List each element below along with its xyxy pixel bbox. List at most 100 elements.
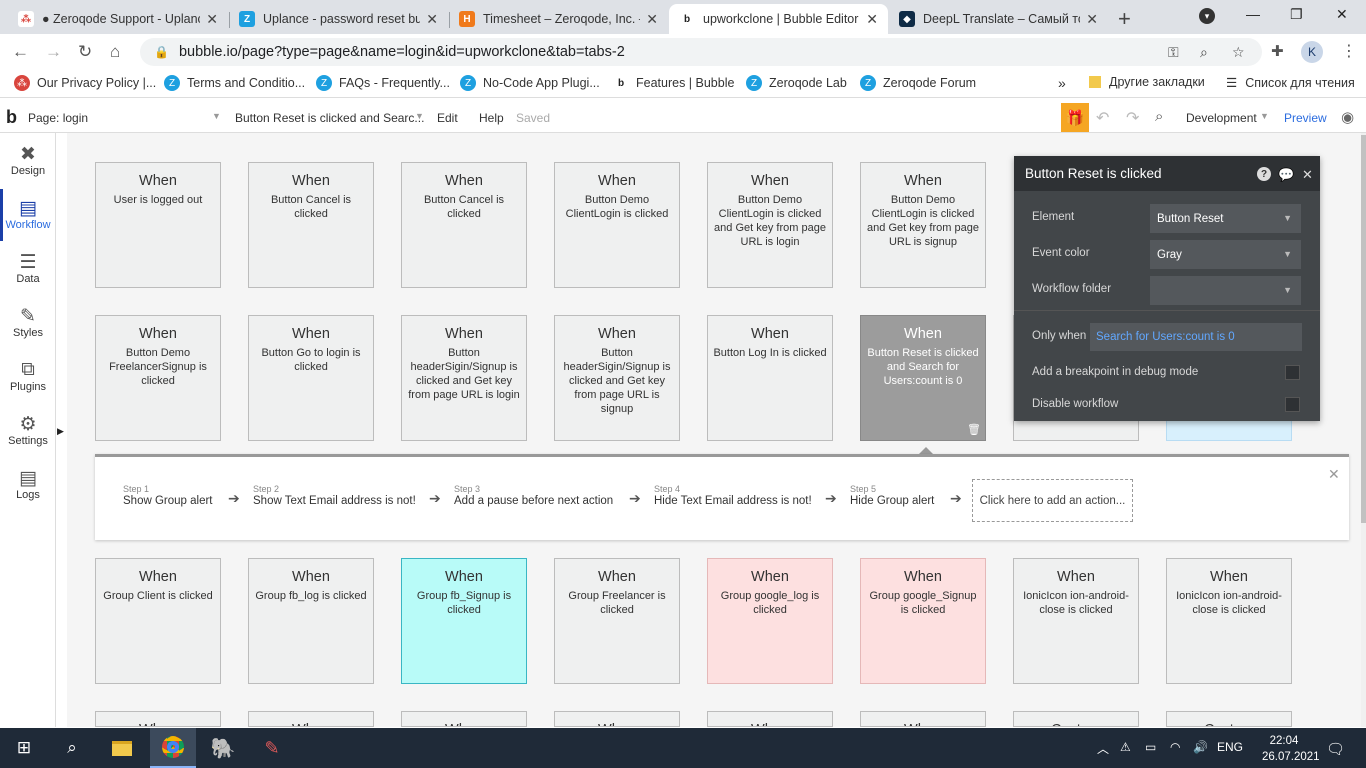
language-indicator[interactable]: ENG <box>1217 740 1243 754</box>
event-card[interactable]: When Group google_Signup is clicked <box>860 558 986 684</box>
chevron-down-icon[interactable]: ▼ <box>1260 111 1269 121</box>
step-3[interactable]: Step 3 Add a pause before next action <box>454 484 613 507</box>
reload-icon[interactable]: ↻ <box>78 42 92 62</box>
workflow-folder-dropdown[interactable]: ▼ <box>1150 276 1301 305</box>
chevron-down-icon[interactable]: ▼ <box>415 111 424 121</box>
windows-start-icon[interactable]: ⊞ <box>6 728 42 768</box>
event-card[interactable]: When Button Reset is clicked and Search f… <box>860 315 986 441</box>
event-selector[interactable]: Button Reset is clicked and Searc... <box>235 111 424 125</box>
tab-uplance-bug[interactable]: Z Uplance - password reset bug ✕ <box>229 4 448 34</box>
other-bookmarks[interactable]: Другие закладки <box>1089 75 1205 89</box>
address-bar[interactable]: 🔒 bubble.io/page?type=page&name=login&id… <box>140 38 1262 66</box>
battery-icon[interactable]: ▭ <box>1145 740 1156 754</box>
bookmark-terms[interactable]: Z Terms and Conditio... <box>164 75 305 91</box>
breakpoint-checkbox[interactable] <box>1285 365 1300 380</box>
add-action-button[interactable]: Click here to add an action... <box>972 479 1133 522</box>
event-card[interactable]: When Group Freelancer is clicked <box>554 558 680 684</box>
minimize-icon[interactable]: — <box>1246 6 1260 22</box>
home-icon[interactable]: ⌂ <box>110 42 120 62</box>
restore-icon[interactable]: ❐ <box>1290 6 1303 23</box>
event-card[interactable]: When <box>707 711 833 727</box>
back-arrow-icon[interactable]: ← <box>12 42 29 62</box>
network-warning-icon[interactable]: ⚠ <box>1120 740 1131 754</box>
event-card[interactable]: When Button Go to login is clicked <box>248 315 374 441</box>
event-card[interactable]: When <box>95 711 221 727</box>
tab-search-icon[interactable]: ▾ <box>1199 8 1215 24</box>
bookmark-zeroqode-forum[interactable]: Z Zeroqode Forum <box>860 75 976 91</box>
tray-expand-icon[interactable]: ︿ <box>1097 740 1109 757</box>
gift-icon[interactable]: 🎁 <box>1061 103 1089 132</box>
environment-selector[interactable]: Development <box>1186 111 1257 125</box>
preview-link[interactable]: Preview <box>1284 111 1327 125</box>
search-icon[interactable]: ⌕ <box>54 728 90 768</box>
sidebar-item-logs[interactable]: ▤ Logs <box>0 457 56 511</box>
event-card[interactable]: Custom <box>1166 711 1292 727</box>
event-card[interactable]: When User is logged out <box>95 162 221 288</box>
bookmark-plugins[interactable]: Z No-Code App Plugi... <box>460 75 600 91</box>
step-5[interactable]: Step 5 Hide Group alert <box>850 484 934 507</box>
tab-close-icon[interactable]: ✕ <box>206 11 218 28</box>
page-selector[interactable]: Page: login <box>28 111 88 125</box>
forward-arrow-icon[interactable]: → <box>45 42 62 62</box>
event-color-dropdown[interactable]: Gray ▼ <box>1150 240 1301 269</box>
chevron-down-icon[interactable]: ▼ <box>212 111 221 121</box>
star-icon[interactable]: ☆ <box>1232 44 1245 61</box>
key-icon[interactable]: ⚿ <box>1168 44 1179 61</box>
bookmark-privacy[interactable]: ⁂ Our Privacy Policy |... <box>14 75 156 91</box>
tab-timesheet[interactable]: H Timesheet – Zeroqode, Inc. – ✕ <box>449 4 668 34</box>
step-1[interactable]: Step 1 Show Group alert <box>123 484 213 507</box>
sidebar-item-data[interactable]: ☰ Data <box>0 241 56 295</box>
event-card[interactable]: When Group Client is clicked <box>95 558 221 684</box>
event-card[interactable]: Custom <box>1013 711 1139 727</box>
sidebar-expand-icon[interactable]: ▶ <box>57 426 64 437</box>
clock[interactable]: 22:04 26.07.2021 <box>1262 733 1320 765</box>
extensions-puzzle-icon[interactable]: ✚ <box>1271 42 1284 60</box>
redo-icon[interactable]: ↷ <box>1126 108 1139 128</box>
zoom-icon[interactable]: ⌕ <box>1200 44 1208 61</box>
search-icon[interactable]: ⌕ <box>1155 108 1163 125</box>
event-card[interactable]: When Button Demo FreelancerSignup is clic… <box>95 315 221 441</box>
file-explorer-icon[interactable] <box>104 728 140 768</box>
event-card[interactable]: When Button headerSigin/Signup is clicked… <box>554 315 680 441</box>
step-4[interactable]: Step 4 Hide Text Email address is not! <box>654 484 812 507</box>
trash-icon[interactable]: 🗑 <box>967 423 981 436</box>
notifications-icon[interactable]: 🗨 <box>1326 740 1345 758</box>
tab-close-icon[interactable]: ✕ <box>426 11 438 28</box>
event-card[interactable]: When Button Cancel is clicked <box>401 162 527 288</box>
only-when-expression[interactable]: Search for Users:count is 0 <box>1090 323 1302 351</box>
menu-edit[interactable]: Edit <box>437 111 458 125</box>
sidebar-item-workflow[interactable]: ▤ Workflow <box>0 187 56 241</box>
event-card[interactable]: When Button Cancel is clicked <box>248 162 374 288</box>
undo-icon[interactable]: ↶ <box>1096 108 1109 128</box>
event-card[interactable]: When Button Demo ClientLogin is clicked a… <box>707 162 833 288</box>
event-card[interactable]: When IonicIcon ion-android-close is click… <box>1166 558 1292 684</box>
help-icon[interactable]: ? <box>1257 167 1271 181</box>
profile-avatar[interactable]: K <box>1301 41 1323 63</box>
evernote-icon[interactable]: 🐘 <box>205 728 241 768</box>
close-window-icon[interactable]: ✕ <box>1336 6 1348 23</box>
close-steps-icon[interactable]: ✕ <box>1328 466 1340 483</box>
event-card[interactable]: When <box>860 711 986 727</box>
sidebar-item-styles[interactable]: ✎ Styles <box>0 295 56 349</box>
event-card[interactable]: When Button Demo ClientLogin is clicked <box>554 162 680 288</box>
tab-bubble-editor[interactable]: b upworkclone | Bubble Editor ✕ <box>669 4 888 34</box>
tab-zeroqode-support[interactable]: ⁂ ● Zeroqode Support - Uplanc ✕ <box>8 4 228 34</box>
bookmark-faqs[interactable]: Z FAQs - Frequently... <box>316 75 450 91</box>
more-bookmarks-icon[interactable]: » <box>1058 75 1066 91</box>
close-icon[interactable]: ✕ <box>1302 167 1313 183</box>
element-dropdown[interactable]: Button Reset ▼ <box>1150 204 1301 233</box>
bookmark-zeroqode-lab[interactable]: Z Zeroqode Lab <box>746 75 847 91</box>
tab-deepl[interactable]: ◆ DeepL Translate – Самый точ ✕ <box>889 4 1108 34</box>
event-card[interactable]: When Group fb_log is clicked <box>248 558 374 684</box>
disable-workflow-checkbox[interactable] <box>1285 397 1300 412</box>
event-card[interactable]: When <box>248 711 374 727</box>
event-card[interactable]: When IonicIcon ion-android-close is click… <box>1013 558 1139 684</box>
event-card[interactable]: When <box>554 711 680 727</box>
sidebar-item-plugins[interactable]: ⧉ Plugins <box>0 349 56 403</box>
wifi-icon[interactable]: ◠ <box>1170 740 1180 754</box>
sidebar-item-settings[interactable]: ⚙ Settings <box>0 403 56 457</box>
new-tab-plus-icon[interactable]: + <box>1118 6 1131 32</box>
sidebar-item-design[interactable]: ✖ Design <box>0 133 56 187</box>
menu-help[interactable]: Help <box>479 111 504 125</box>
event-card[interactable]: When Button headerSigin/Signup is clicked… <box>401 315 527 441</box>
